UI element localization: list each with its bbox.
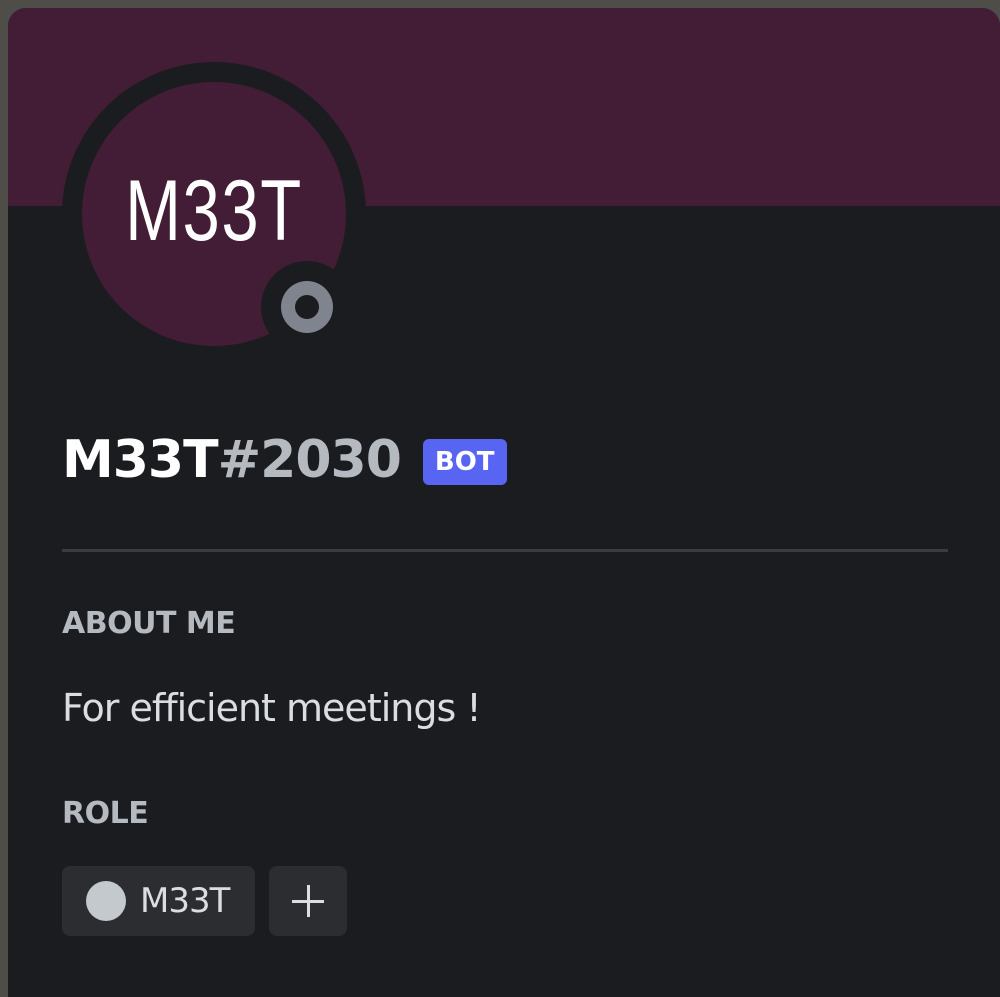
add-role-button[interactable] [269, 866, 348, 936]
divider [62, 549, 948, 552]
status-indicator [261, 261, 353, 353]
role-name: M33T [140, 881, 230, 921]
role-list: M33T [62, 866, 348, 936]
avatar-ring: M33T [62, 62, 366, 366]
avatar-text: M33T [125, 162, 303, 259]
bot-badge: BOT [422, 439, 507, 485]
username: M33T [62, 430, 219, 490]
plus-icon-vertical [306, 885, 310, 917]
profile-card: M33T M33T #2030 BOT ABOUT ME For efficien… [8, 8, 1000, 997]
role-pill[interactable]: M33T [62, 866, 256, 936]
role-heading: ROLE [62, 796, 149, 831]
role-color-dot-icon[interactable] [86, 881, 126, 921]
status-icon-hole [295, 295, 319, 319]
about-me-heading: ABOUT ME [62, 606, 236, 641]
discriminator: #2030 [217, 430, 402, 490]
about-me-text: For efficient meetings ! [62, 686, 482, 730]
offline-status-icon [281, 281, 333, 333]
name-row: M33T #2030 BOT [62, 428, 507, 492]
